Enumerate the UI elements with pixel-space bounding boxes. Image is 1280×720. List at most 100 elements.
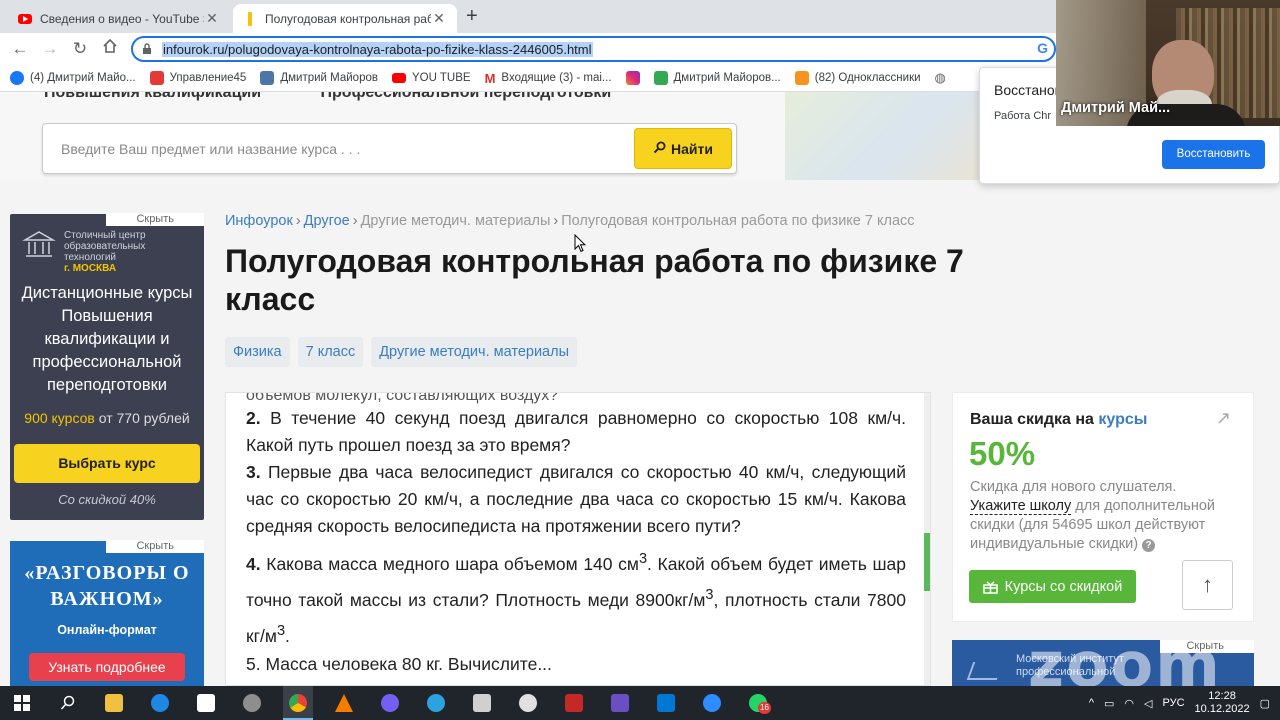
ad-hide-link[interactable]: Скрыть <box>106 540 204 553</box>
document-scroll-thumb[interactable] <box>924 533 930 591</box>
ad-title: «РАЗГОВОРЫ О ВАЖНОМ» <box>24 562 190 610</box>
search-button[interactable]: Найти <box>634 128 732 169</box>
bookmark-sheets[interactable]: Дмитрий Майоров... <box>653 71 781 85</box>
reload-icon[interactable]: ↻ <box>68 37 92 61</box>
bookmark-upravlenie[interactable]: Управление45 <box>149 71 246 85</box>
close-tab-icon[interactable]: ✕ <box>204 10 220 27</box>
paint-icon[interactable] <box>516 691 540 715</box>
telegram-icon[interactable] <box>424 691 448 715</box>
file-explorer-icon[interactable] <box>102 691 126 715</box>
document-viewer[interactable]: объемов молекул, составляющих воздух? 2.… <box>225 392 931 686</box>
superscript: 3 <box>638 551 648 567</box>
odnoklassniki-icon <box>794 71 809 85</box>
breadcrumb-methodical[interactable]: Другие методич. материалы <box>361 213 551 229</box>
vlc-icon[interactable] <box>332 691 356 715</box>
vk-icon <box>260 71 275 85</box>
ad-hide-link[interactable]: Скрыть <box>106 213 204 226</box>
tray-expand-icon[interactable]: ^ <box>1089 697 1094 709</box>
restore-title: Восстанов <box>994 82 1063 98</box>
zoom-icon[interactable] <box>700 691 724 715</box>
discount-courses-button[interactable]: Курсы со скидкой <box>969 570 1136 603</box>
breadcrumb-infourok[interactable]: Инфоурок <box>225 213 293 229</box>
question-number: 2. <box>246 408 261 428</box>
tag-grade-7[interactable]: 7 класс <box>297 337 364 367</box>
bookmark-odnoklassniki[interactable]: (82) Одноклассники <box>794 71 921 85</box>
choose-course-button[interactable]: Выбрать курс <box>14 444 200 483</box>
help-icon[interactable]: ? <box>1142 539 1156 552</box>
tab-title: Полугодовая контрольная раб <box>265 11 431 26</box>
notifications-icon[interactable]: ▢ <box>1260 697 1270 710</box>
clock[interactable]: 12:28 10.12.2022 <box>1195 690 1250 716</box>
screen: Сведения о видео - YouTube St ✕ Полугодо… <box>0 0 1280 720</box>
question-2: 2. В течение 40 секунд поезд двигался ра… <box>246 405 906 459</box>
ad-important-talks[interactable]: Скрыть «РАЗГОВОРЫ О ВАЖНОМ» Онлайн-форма… <box>10 540 204 686</box>
volume-icon[interactable]: ◁ <box>1144 697 1152 710</box>
app-icon[interactable] <box>562 691 586 715</box>
ad-discount-text: Со скидкой 40% <box>58 492 156 507</box>
windows-taskbar: ^ ▭ ◠ ◁ РУС 12:28 10.12.2022 ▢ <box>0 686 1280 720</box>
courses-link[interactable]: курсы <box>1098 411 1147 428</box>
specify-school-link[interactable]: Укажите школу <box>970 498 1072 515</box>
discount-line: Скидка для нового слушателя. <box>970 479 1177 495</box>
tab-youtube-studio[interactable]: Сведения о видео - YouTube St ✕ <box>8 4 230 33</box>
infourok-pen-icon <box>243 11 257 26</box>
breadcrumb-other[interactable]: Другое <box>304 213 350 229</box>
question-text: Первые два часа велосипедист двигался со… <box>246 462 906 536</box>
system-tray: ^ ▭ ◠ ◁ РУС 12:28 10.12.2022 ▢ <box>1089 686 1280 720</box>
restore-button[interactable]: Восстановить <box>1162 140 1265 169</box>
scroll-to-top-button[interactable]: ↑ <box>1182 560 1233 610</box>
hero-link-retraining[interactable]: Профессиональной переподготовки <box>321 92 612 101</box>
learn-more-button[interactable]: Узнать подробнее <box>29 653 185 681</box>
discount-heading-text: Ваша скидка на <box>970 411 1099 428</box>
question-text: . <box>285 625 290 646</box>
lock-icon <box>141 43 153 55</box>
bookmark-globe[interactable]: ◍ <box>935 70 946 86</box>
participant-name: Дмитрий Май... <box>1061 100 1171 116</box>
bookmark-youtube[interactable]: YOU TUBE <box>391 72 471 84</box>
university-icon <box>22 231 56 257</box>
tag-physics[interactable]: Физика <box>225 337 290 367</box>
breadcrumb-separator: › <box>295 213 301 229</box>
forward-arrow-icon[interactable]: → <box>38 37 62 61</box>
youtube-icon <box>391 73 406 83</box>
edge-icon[interactable] <box>148 691 172 715</box>
app-icon[interactable] <box>240 691 264 715</box>
bookmark-gmail[interactable]: M Входящие (3) - mai... <box>485 71 612 86</box>
tab-title: Сведения о видео - YouTube St <box>40 11 204 26</box>
external-arrow-icon[interactable]: ↗ <box>1216 408 1231 429</box>
ad-course-count: 900 курсов <box>24 410 95 426</box>
store-icon[interactable] <box>194 691 218 715</box>
chrome-icon[interactable] <box>286 691 310 715</box>
back-arrow-icon[interactable]: ← <box>8 37 32 61</box>
app-icon[interactable] <box>608 691 632 715</box>
new-tab-button[interactable]: + <box>466 5 478 28</box>
viber-icon[interactable] <box>378 691 402 715</box>
bookmark-instagram[interactable] <box>625 71 640 85</box>
address-bar[interactable]: infourok.ru/polugodovaya-kontrolnaya-rab… <box>131 36 1056 62</box>
bookmark-vk[interactable]: Дмитрий Майоров <box>260 71 378 85</box>
ad-logo-city: г. МОСКВА <box>64 263 117 274</box>
search-icon[interactable] <box>56 691 80 715</box>
home-icon[interactable] <box>98 37 122 61</box>
app-icon[interactable] <box>470 691 494 715</box>
page-title: Полугодовая контрольная работа по физике… <box>225 243 964 317</box>
language-indicator[interactable]: РУС <box>1163 697 1185 709</box>
wifi-icon[interactable]: ◠ <box>1124 697 1134 710</box>
tag-methodical[interactable]: Другие методич. материалы <box>371 337 578 367</box>
google-icon[interactable]: G <box>1037 40 1048 56</box>
search-icon <box>653 141 666 157</box>
bookmark-facebook[interactable]: (4) Дмитрий Майо... <box>10 71 136 85</box>
breadcrumb: Инфоурок › Другое › Другие методич. материал… <box>225 213 915 229</box>
course-search-input[interactable]: Введите Ваш предмет или название курса .… <box>61 141 360 157</box>
ad-distance-courses[interactable]: Скрыть Столичный центр образовательных т… <box>10 213 204 520</box>
network-icon[interactable]: ▭ <box>1104 697 1114 710</box>
breadcrumb-separator: › <box>352 213 358 229</box>
app-icon[interactable] <box>654 691 678 715</box>
superscript: 3 <box>705 586 714 603</box>
notification-badge: 16 <box>758 702 771 714</box>
hero-link-qualification[interactable]: Повышения квалификации <box>44 92 261 101</box>
close-tab-icon[interactable]: ✕ <box>431 10 447 27</box>
ad-subtitle: Онлайн-формат <box>57 623 157 637</box>
tab-infourok[interactable]: Полугодовая контрольная раб ✕ <box>233 4 457 33</box>
windows-start-icon[interactable] <box>10 691 34 715</box>
